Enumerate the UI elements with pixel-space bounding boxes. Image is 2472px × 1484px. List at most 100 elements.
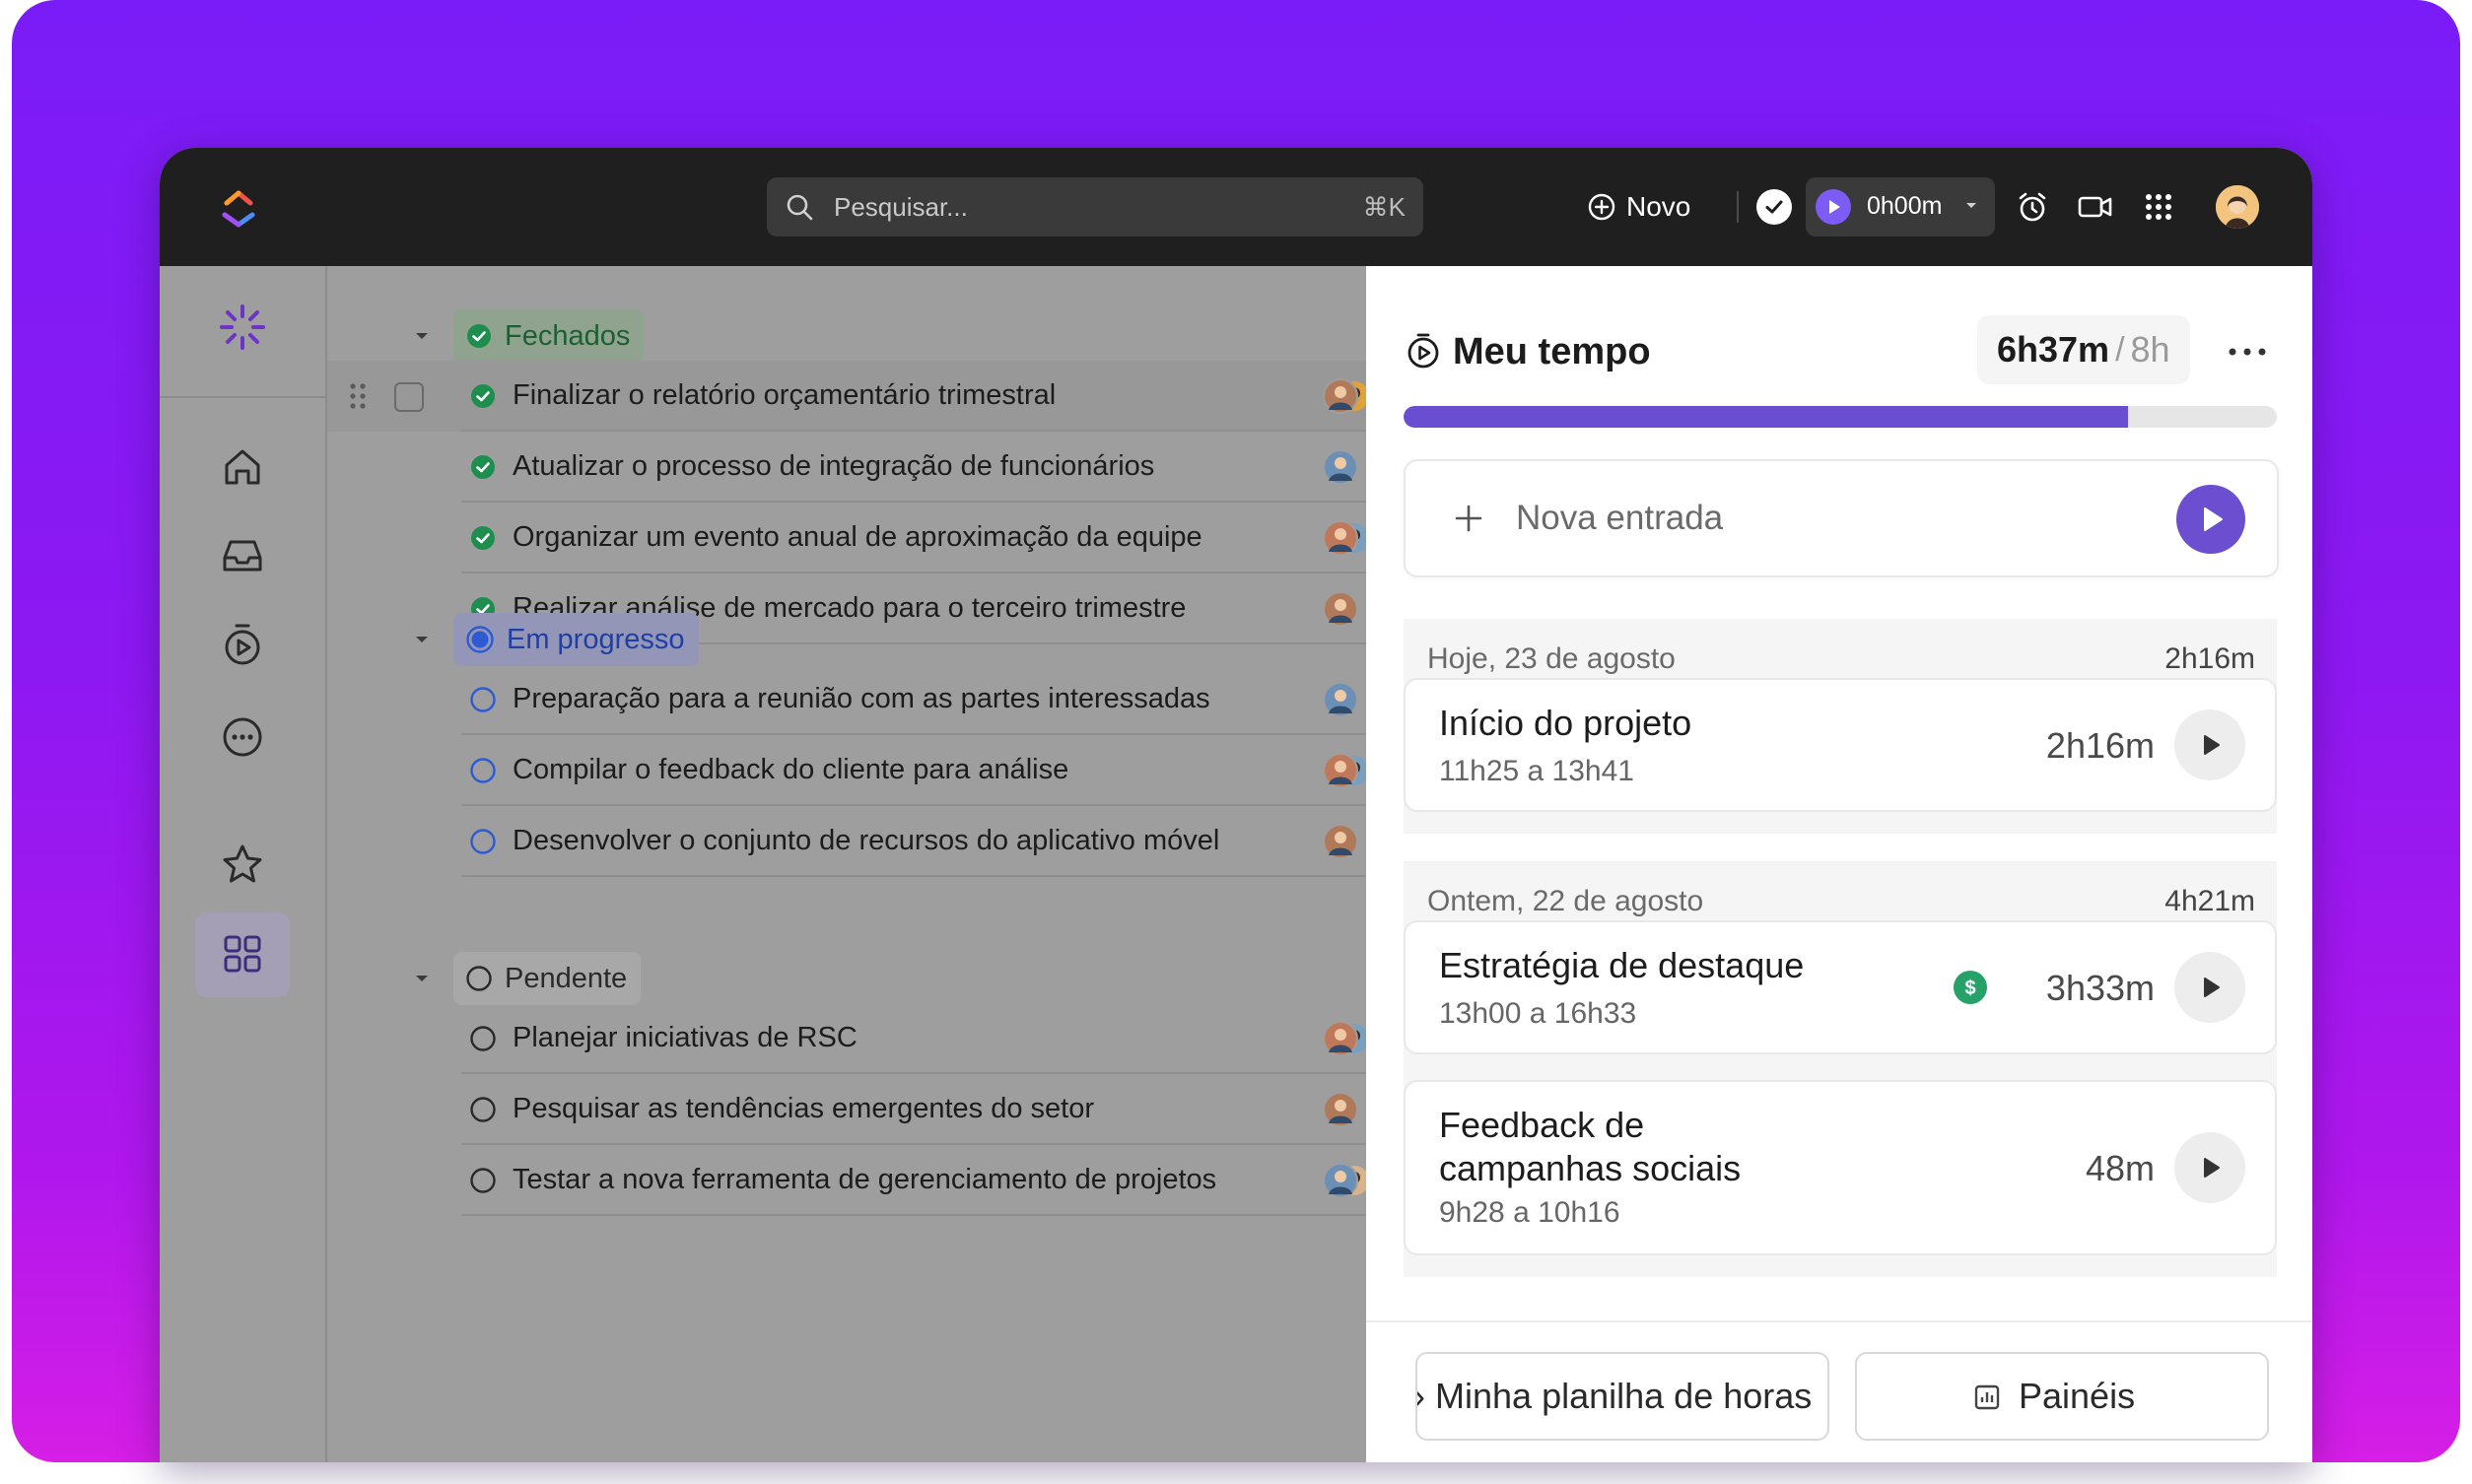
task-status-icon[interactable] — [469, 524, 497, 552]
task-row[interactable]: Planejar iniciativas de RSC — [327, 1003, 1366, 1074]
task-status-pending-icon — [470, 1026, 496, 1051]
task-check-button[interactable] — [1756, 189, 1792, 225]
collapse-caret-icon[interactable] — [412, 630, 432, 649]
time-entry[interactable]: Feedback de campanhas sociais 9h28 a 10h1… — [1404, 1080, 2277, 1255]
search-placeholder: Pesquisar... — [834, 192, 968, 222]
play-icon — [1829, 200, 1840, 214]
collapse-caret-icon[interactable] — [412, 326, 432, 346]
assignee-avatars[interactable] — [1323, 1090, 1366, 1129]
task-name[interactable]: Preparação para a reunião com as partes … — [513, 683, 1210, 715]
task-name[interactable]: Atualizar o processo de integração de fu… — [513, 450, 1154, 483]
video-camera-icon[interactable] — [2076, 187, 2115, 227]
resume-entry-button[interactable] — [2174, 1132, 2245, 1203]
task-name[interactable]: Finalizar o relatório orçamentário trime… — [513, 379, 1056, 412]
task-row[interactable]: Organizar um evento anual de aproximação… — [327, 503, 1366, 573]
new-entry-label: Nova entrada — [1516, 499, 1724, 537]
billable-icon[interactable]: $ — [1954, 971, 1987, 1004]
task-select-checkbox[interactable] — [394, 382, 424, 412]
timesheet-button[interactable]: › Minha planilha de horas — [1415, 1352, 1829, 1441]
task-status-icon[interactable] — [469, 1025, 497, 1052]
task-row[interactable]: Compilar o feedback do cliente para anál… — [327, 735, 1366, 806]
apps-grid-icon[interactable] — [2139, 187, 2178, 227]
assignee-avatars[interactable] — [1323, 589, 1366, 629]
time-progress-fill — [1404, 406, 2129, 428]
time-entry[interactable]: Estratégia de destaque 13h00 a 16h33 $3h33… — [1404, 920, 2277, 1054]
entry-time-range: 11h25 a 13h41 — [1439, 755, 1634, 787]
entry-duration: 3h33m — [2045, 968, 2155, 1008]
global-timer[interactable]: 0h00m — [1806, 177, 1995, 236]
status-group-closed[interactable]: Fechados — [453, 309, 645, 363]
collapse-caret-icon[interactable] — [412, 969, 432, 988]
status-group-in-progress[interactable]: Em progresso — [453, 613, 699, 666]
task-name[interactable]: Pesquisar as tendências emergentes do se… — [513, 1093, 1094, 1125]
inbox-icon[interactable] — [217, 530, 268, 581]
workspace-spinner-icon[interactable] — [217, 302, 268, 353]
alarm-clock-icon[interactable] — [2013, 187, 2052, 227]
task-status-icon[interactable] — [469, 757, 497, 784]
task-row[interactable]: Preparação para a reunião com as partes … — [327, 664, 1366, 735]
task-row[interactable]: Atualizar o processo de integração de fu… — [327, 432, 1366, 503]
grid-icon[interactable] — [217, 928, 268, 979]
time-entry[interactable]: Início do projeto 11h25 a 13h41 2h16m — [1404, 678, 2277, 812]
assignee-avatars[interactable] — [1323, 822, 1366, 861]
new-button[interactable]: Novo — [1587, 177, 1690, 236]
resume-entry-button[interactable] — [2174, 709, 2245, 780]
drag-handle-icon[interactable] — [347, 380, 369, 412]
more-circle-icon[interactable] — [217, 711, 268, 763]
user-avatar[interactable] — [2216, 185, 2259, 229]
task-name[interactable]: Planejar iniciativas de RSC — [513, 1022, 858, 1054]
tracked-total-separator: / — [2115, 330, 2125, 369]
dashboards-button-label: Painéis — [2019, 1376, 2136, 1416]
play-icon — [2204, 1158, 2220, 1178]
task-row[interactable]: Pesquisar as tendências emergentes do se… — [327, 1074, 1366, 1145]
task-status-icon[interactable] — [469, 1096, 497, 1123]
task-status-icon[interactable] — [469, 382, 497, 410]
task-row[interactable]: Testar a nova ferramenta de gerenciament… — [327, 1145, 1366, 1216]
task-status-pending-icon — [470, 1168, 496, 1193]
more-options-icon[interactable] — [2228, 345, 2267, 359]
task-name[interactable]: Organizar um evento anual de aproximação… — [513, 521, 1202, 554]
plus-circle-icon — [1588, 193, 1615, 221]
timer-icon[interactable] — [217, 619, 268, 670]
search-shortcut: ⌘K — [1362, 192, 1406, 222]
status-group-label: Fechados — [505, 319, 631, 352]
play-icon — [2204, 507, 2223, 531]
task-row[interactable]: Finalizar o relatório orçamentário trime… — [327, 361, 1366, 432]
task-status-icon[interactable] — [469, 453, 497, 481]
day-group: Hoje, 23 de agosto 2h16m Início do projeto… — [1404, 619, 2277, 834]
task-status-icon[interactable] — [469, 1167, 497, 1194]
assignee-avatars[interactable] — [1323, 447, 1366, 487]
assignee-avatars[interactable] — [1323, 376, 1366, 416]
assignee-avatars[interactable] — [1323, 751, 1366, 790]
start-timer-button[interactable] — [2176, 485, 2245, 554]
status-group-pending[interactable]: Pendente — [453, 952, 642, 1005]
task-status-icon[interactable] — [469, 686, 497, 713]
dollar-symbol: $ — [1964, 978, 1975, 999]
task-status-in-progress-icon — [470, 758, 496, 783]
search-bar[interactable]: Pesquisar... ⌘K — [767, 177, 1423, 236]
task-status-closed-icon — [471, 455, 495, 479]
assignee-avatars[interactable] — [1323, 1161, 1366, 1200]
resume-entry-button[interactable] — [2174, 952, 2245, 1023]
chevron-down-icon[interactable] — [1961, 195, 1981, 215]
task-row[interactable]: Desenvolver o conjunto de recursos do ap… — [327, 806, 1366, 877]
task-name[interactable]: Testar a nova ferramenta de gerenciament… — [513, 1164, 1216, 1196]
dashboards-button[interactable]: Painéis — [1855, 1352, 2269, 1441]
task-status-icon[interactable] — [469, 828, 497, 855]
timer-play-button[interactable] — [1816, 189, 1851, 225]
row-divider — [461, 875, 1366, 877]
star-icon[interactable] — [217, 840, 268, 891]
home-icon[interactable] — [217, 441, 268, 493]
task-status-in-progress-icon — [470, 829, 496, 854]
assignee-avatars[interactable] — [1323, 1019, 1366, 1058]
assignee-avatars[interactable] — [1323, 680, 1366, 719]
task-name[interactable]: Compilar o feedback do cliente para anál… — [513, 754, 1068, 786]
task-name[interactable]: Desenvolver o conjunto de recursos do ap… — [513, 825, 1219, 857]
tracked-total-value: 6h37m — [1997, 329, 2110, 370]
app-logo[interactable] — [217, 185, 260, 229]
entry-title: Início do projeto — [1439, 703, 1692, 743]
new-entry-field[interactable]: Nova entrada — [1404, 459, 2279, 577]
assignee-avatars[interactable] — [1323, 518, 1366, 558]
entry-time-range: 9h28 a 10h16 — [1439, 1196, 1620, 1229]
search-icon — [787, 194, 813, 221]
